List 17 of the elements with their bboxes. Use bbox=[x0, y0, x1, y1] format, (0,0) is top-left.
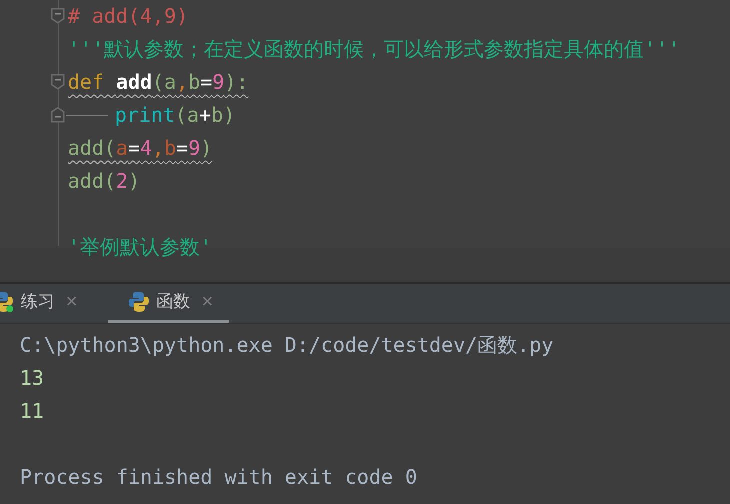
code-line: print(a+b) bbox=[115, 102, 236, 129]
code-line: add(2) bbox=[68, 168, 140, 195]
code-line: # add(4,9) bbox=[68, 3, 188, 30]
python-icon bbox=[128, 290, 150, 312]
fold-icon[interactable] bbox=[51, 8, 65, 24]
running-dot-icon bbox=[6, 305, 14, 312]
fold-icon[interactable] bbox=[51, 74, 65, 90]
code-line: '举例默认参数' bbox=[68, 234, 212, 261]
console-output: 13 bbox=[20, 364, 44, 392]
code-line: def add(a,b=9): bbox=[68, 69, 249, 96]
run-tab[interactable]: 练习 × bbox=[0, 283, 108, 323]
console-output: 11 bbox=[20, 398, 44, 424]
fold-end-icon[interactable] bbox=[51, 107, 65, 123]
code-line: add(a=4,b=9) bbox=[68, 135, 213, 162]
console-line: C:\python3\python.exe D:/code/testdev/函数.py bbox=[20, 332, 554, 358]
code-line: '''默认参数；在定义函数的时候，可以给形式参数指定具体的值''' bbox=[68, 36, 680, 63]
console-line: Process finished with exit code 0 bbox=[20, 464, 418, 490]
